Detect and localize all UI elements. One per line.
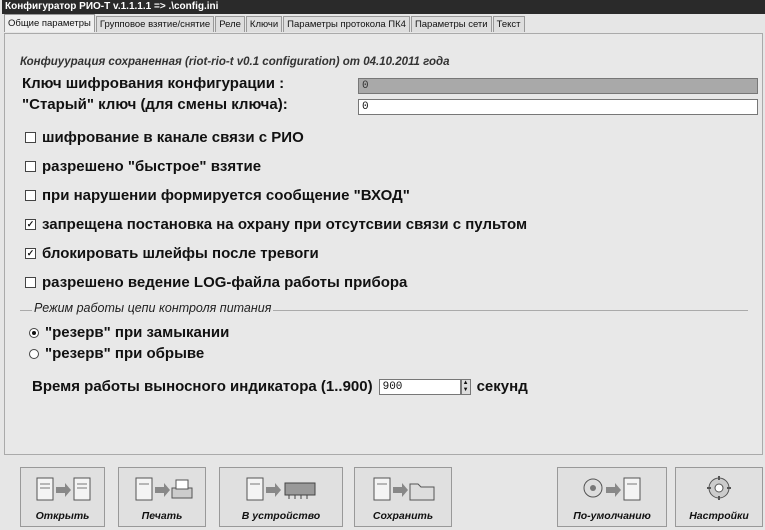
config-saved-info: Конфиуурация сохраненная (riot-rio-t v0.… [20,56,450,68]
bottom-toolbar: Открыть Печать В устройство Сохранить По… [0,455,765,530]
settings-icon [707,476,731,500]
option-label: разрешено ведение LOG-файла работы прибо… [42,274,408,291]
option-fast-arm[interactable]: разрешено "быстрое" взятие [25,158,261,175]
option-block-loops[interactable]: ✓ блокировать шлейфы после тревоги [25,245,319,262]
open-icon [36,477,90,501]
checkbox[interactable] [25,190,36,201]
defaults-label: По-умолчанию [573,510,651,522]
power-mode-title: Режим работы цепи контроля питания [32,301,274,315]
radio-reserve-short[interactable]: "резерв" при замыкании [29,324,229,341]
checkbox[interactable] [25,277,36,288]
checkbox-checked[interactable]: ✓ [25,248,36,259]
indicator-time-input[interactable]: 900 [378,378,461,395]
open-button[interactable]: Открыть [20,467,105,527]
option-label: блокировать шлейфы после тревоги [42,245,319,262]
indicator-time-label: Время работы выносного индикатора (1..90… [32,378,373,395]
to-device-label: В устройство [241,510,321,522]
defaults-button[interactable]: По-умолчанию [557,467,667,527]
checkbox-checked[interactable]: ✓ [25,219,36,230]
upload-to-device-icon [246,477,316,501]
print-icon [135,477,193,501]
old-key-label: "Старый" ключ (для смены ключа): [22,96,288,113]
checkbox[interactable] [25,132,36,143]
option-label: запрещена постановка на охрану при отсут… [42,216,528,233]
radio-label: "резерв" при обрыве [45,345,205,362]
settings-button[interactable]: Настройки [675,467,763,527]
tab-keys[interactable]: Ключи [245,16,283,32]
save-label: Сохранить [372,510,434,522]
print-label: Печать [141,510,183,522]
spin-up-icon[interactable]: ▲ [462,380,470,387]
option-label: шифрование в канале связи с РИО [42,129,304,146]
print-button[interactable]: Печать [118,467,206,527]
window-title: Конфигуратор РИО-Т v.1.1.1.1 => .\config… [2,0,765,14]
tab-relay[interactable]: Реле [215,16,245,32]
radio-label: "резерв" при замыкании [45,324,230,341]
tab-bar: Общие параметры Групповое взятие/снятие … [4,14,526,33]
encryption-key-field: 0 [358,78,758,94]
to-device-button[interactable]: В устройство [219,467,343,527]
option-entry-message[interactable]: при нарушении формируется сообщение "ВХО… [25,187,410,204]
radio-unselected[interactable] [29,348,39,359]
option-channel-encryption[interactable]: шифрование в канале связи с РИО [25,129,304,146]
radio-selected[interactable] [29,327,39,338]
save-button[interactable]: Сохранить [354,467,452,527]
tab-general[interactable]: Общие параметры [4,14,95,32]
tab-text[interactable]: Текст [492,16,525,32]
power-mode-group: Режим работы цепи контроля питания "резе… [20,301,748,373]
checkbox[interactable] [25,161,36,172]
defaults-icon [583,477,641,501]
option-label: разрешено "быстрое" взятие [42,158,262,175]
tab-network[interactable]: Параметры сети [410,16,492,32]
settings-label: Настройки [689,510,749,522]
option-label: при нарушении формируется сообщение "ВХО… [42,187,410,204]
option-log-file[interactable]: разрешено ведение LOG-файла работы прибо… [25,274,407,291]
encryption-key-label: Ключ шифрования конфигурации : [22,75,285,92]
tab-pk4-protocol[interactable]: Параметры протокола ПК4 [283,16,410,32]
old-key-input[interactable]: 0 [358,99,758,115]
save-icon [373,477,435,501]
option-block-arm-no-link[interactable]: ✓ запрещена постановка на охрану при отс… [25,216,527,233]
indicator-time-unit: секунд [476,378,528,395]
open-label: Открыть [35,510,90,522]
spin-buttons[interactable]: ▲ ▼ [460,378,471,395]
indicator-time-row: Время работы выносного индикатора (1..90… [32,378,528,395]
radio-reserve-break[interactable]: "резерв" при обрыве [29,345,204,362]
tab-group-arm[interactable]: Групповое взятие/снятие [95,16,215,32]
spin-down-icon[interactable]: ▼ [462,387,470,394]
